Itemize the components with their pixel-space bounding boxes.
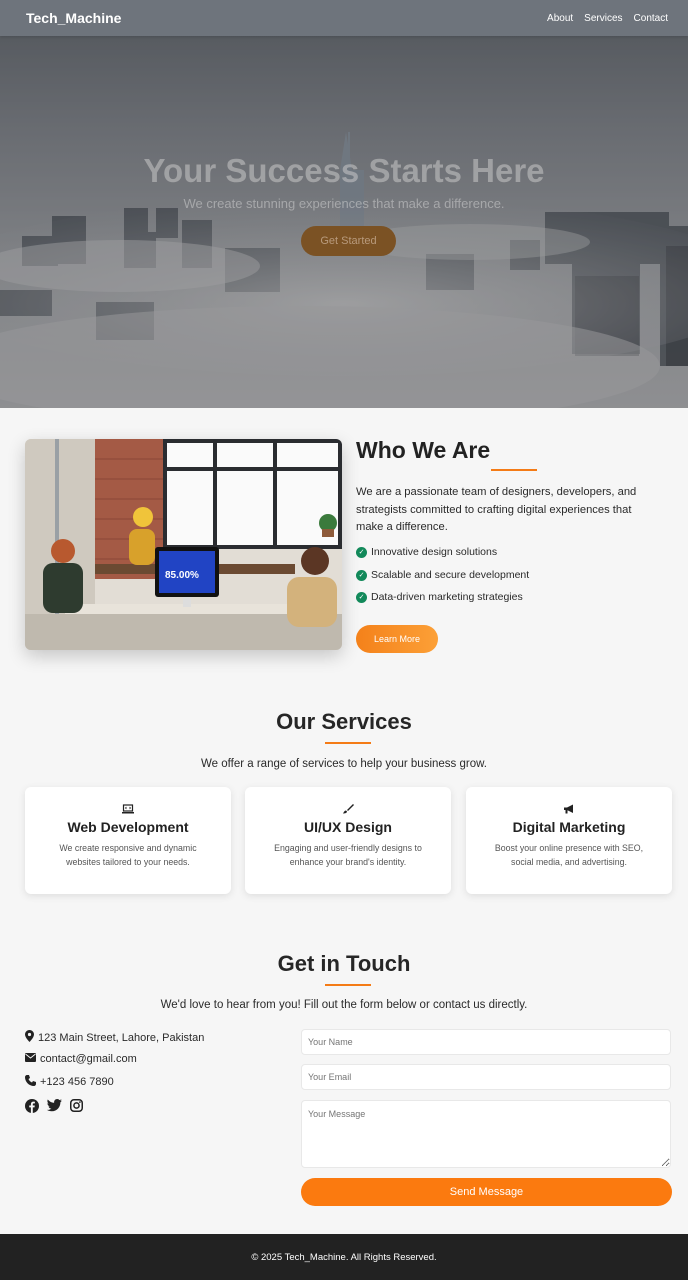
feature-item: ✓ Innovative design solutions — [356, 546, 497, 558]
social-links — [25, 1099, 83, 1118]
check-circle-icon: ✓ — [356, 546, 367, 558]
feature-item: ✓ Scalable and secure development — [356, 569, 529, 581]
about-title: Who We Are — [356, 437, 491, 463]
services-title-underline — [325, 742, 371, 744]
service-card-text: We create responsive and dynamic website… — [59, 843, 197, 867]
nav-links: About Services Contact — [547, 13, 668, 24]
service-card-text: Boost your online presence with SEO, soc… — [494, 843, 644, 867]
service-card-digital-marketing: Digital Marketing Boost your online pres… — [466, 787, 672, 894]
contact-address-text: 123 Main Street, Lahore, Pakistan — [38, 1031, 205, 1044]
service-card-title: UI/UX Design — [304, 819, 392, 835]
feature-item: ✓ Data-driven marketing strategies — [356, 591, 523, 603]
contact-email-text[interactable]: contact@gmail.com — [40, 1053, 137, 1065]
twitter-icon[interactable] — [47, 1099, 62, 1118]
map-marker-icon — [25, 1030, 34, 1045]
feature-label: Scalable and secure development — [371, 569, 530, 581]
bullhorn-icon — [466, 804, 672, 816]
email-input[interactable] — [301, 1064, 671, 1090]
service-card-ui-ux-design: UI/UX Design Engaging and user-friendly … — [245, 787, 451, 894]
about-description: We are a passionate team of designers, d… — [356, 486, 637, 533]
footer-copyright: © 2025 Tech_Machine. All Rights Reserved… — [251, 1251, 437, 1263]
service-card-web-development: Web Development We create responsive and… — [25, 787, 231, 894]
hero-section: Your Success Starts Here We create stunn… — [0, 36, 688, 408]
service-card-title: Web Development — [67, 819, 189, 835]
message-textarea[interactable] — [301, 1100, 671, 1168]
nav-link-about[interactable]: About — [547, 13, 573, 24]
brand-logo[interactable]: Tech_Machine — [26, 10, 121, 26]
contact-phone-text: +123 456 7890 — [40, 1076, 114, 1088]
contact-phone: +123 456 7890 — [25, 1075, 114, 1089]
service-card-text: Engaging and user-friendly designs to en… — [274, 843, 422, 867]
services-subtitle: We offer a range of services to help you… — [201, 758, 487, 770]
envelope-icon — [25, 1053, 36, 1065]
send-message-button[interactable]: Send Message — [301, 1178, 672, 1206]
navbar: Tech_Machine About Services Contact — [0, 0, 688, 36]
instagram-icon[interactable] — [70, 1099, 83, 1118]
services-title: Our Services — [276, 709, 412, 734]
footer: © 2025 Tech_Machine. All Rights Reserved… — [0, 1234, 688, 1280]
hero-title: Your Success Starts Here — [143, 152, 545, 189]
monitor-screen-text: 85.00% — [165, 570, 199, 581]
phone-icon — [25, 1075, 36, 1089]
nav-link-services[interactable]: Services — [584, 13, 622, 24]
team-office-image: 85.00% — [25, 439, 342, 650]
name-input[interactable] — [301, 1029, 671, 1055]
contact-address: 123 Main Street, Lahore, Pakistan — [25, 1030, 204, 1045]
contact-subtitle: We'd love to hear from you! Fill out the… — [160, 999, 528, 1011]
get-started-button[interactable]: Get Started — [301, 226, 396, 256]
hero-overlay — [0, 36, 688, 408]
check-circle-icon: ✓ — [356, 569, 367, 581]
office-illustration: 85.00% — [25, 439, 342, 650]
check-circle-icon: ✓ — [356, 591, 367, 603]
contact-title-underline — [325, 984, 371, 986]
learn-more-button[interactable]: Learn More — [356, 625, 438, 653]
hero-subtitle: We create stunning experiences that make… — [183, 196, 505, 211]
contact-title: Get in Touch — [277, 951, 411, 976]
about-title-underline — [491, 469, 537, 471]
feature-label: Data-driven marketing strategies — [371, 591, 523, 603]
nav-link-contact[interactable]: Contact — [634, 13, 668, 24]
service-card-title: Digital Marketing — [512, 819, 626, 835]
contact-email: contact@gmail.com — [25, 1053, 137, 1065]
feature-label: Innovative design solutions — [371, 546, 498, 558]
laptop-code-icon — [25, 804, 231, 816]
paint-brush-icon — [245, 804, 451, 816]
facebook-icon[interactable] — [25, 1099, 39, 1118]
